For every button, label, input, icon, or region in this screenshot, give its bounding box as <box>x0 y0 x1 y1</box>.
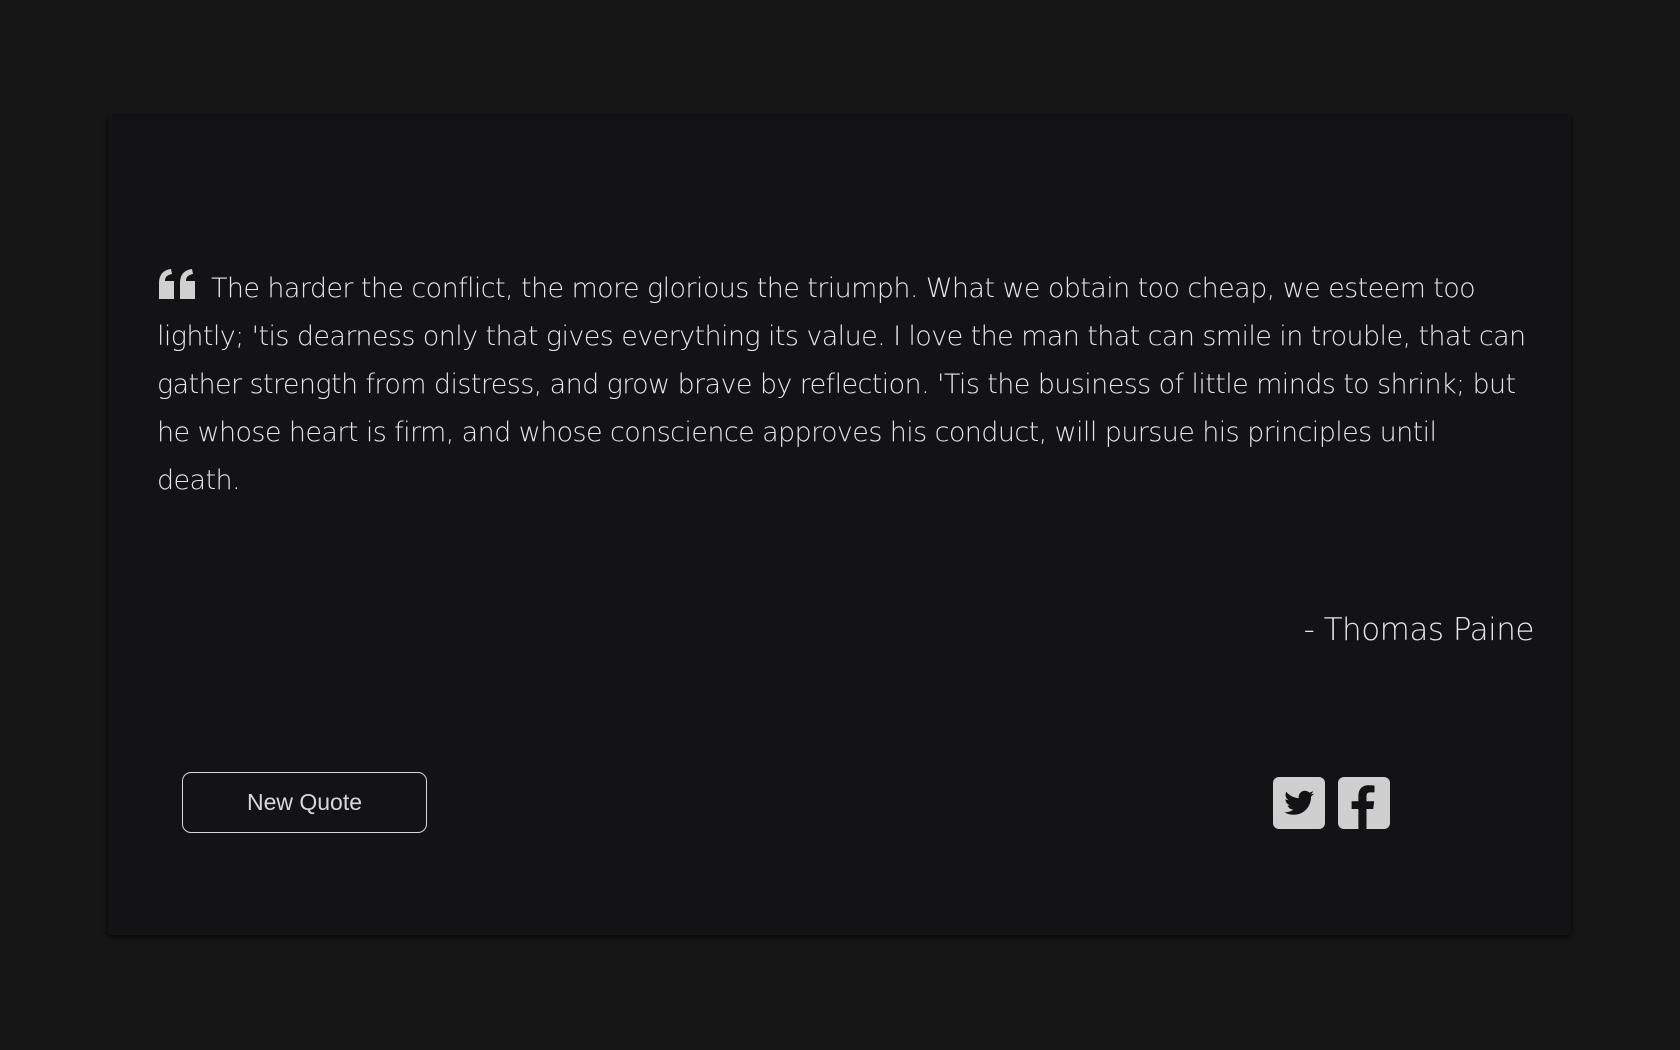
twitter-square-icon <box>1273 777 1325 829</box>
facebook-share-link[interactable] <box>1338 777 1390 829</box>
quote-text: The harder the conflict, the more glorio… <box>157 273 1526 496</box>
quote-left-icon <box>157 267 197 299</box>
quote-card: The harder the conflict, the more glorio… <box>108 115 1571 935</box>
facebook-square-icon <box>1338 777 1390 829</box>
new-quote-button[interactable]: New Quote <box>182 772 427 833</box>
quote-text-block: The harder the conflict, the more glorio… <box>157 265 1527 505</box>
quote-author: - Thomas Paine <box>1303 612 1535 648</box>
tweet-link[interactable] <box>1273 777 1325 829</box>
